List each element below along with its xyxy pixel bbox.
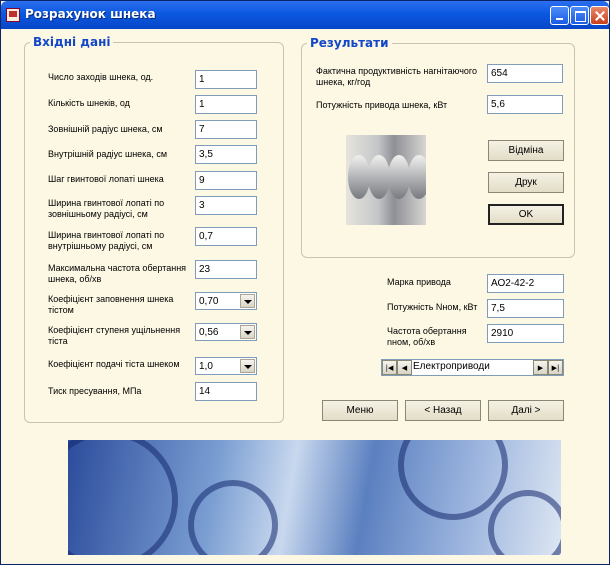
drive-label: Марка привода bbox=[387, 277, 451, 287]
close-button[interactable] bbox=[590, 6, 609, 25]
inner-radius-input[interactable]: 3,5 bbox=[195, 145, 257, 164]
chevron-down-icon[interactable] bbox=[240, 359, 255, 373]
drive-model-output: АО2-42-2 bbox=[487, 274, 564, 293]
screw-thread-shape bbox=[348, 155, 370, 199]
result-label: Потужність привода шнека, кВт bbox=[316, 100, 448, 110]
screw-photo bbox=[346, 135, 426, 225]
field-label: Кількість шнеків, од bbox=[48, 98, 130, 108]
field-label: Коефіцієнт заповнення шнека тістом bbox=[48, 294, 174, 315]
drive-power-output: 5,6 bbox=[487, 95, 563, 114]
menu-button[interactable]: Меню bbox=[322, 400, 398, 421]
app-window: Розрахунок шнека Вхідні дані Число заход… bbox=[0, 0, 610, 565]
app-icon bbox=[6, 8, 20, 22]
blade-width-outer-input[interactable]: 3 bbox=[195, 196, 257, 215]
field-label: Коефіцієнт подачі тіста шнеком bbox=[48, 359, 180, 369]
max-rotation-speed-input[interactable]: 23 bbox=[195, 260, 257, 279]
chevron-down-icon[interactable] bbox=[240, 294, 255, 308]
title-bar[interactable]: Розрахунок шнека bbox=[1, 1, 609, 29]
thread-starts-input[interactable]: 1 bbox=[195, 70, 257, 89]
results-legend: Результати bbox=[310, 36, 389, 50]
screw-thread-shape bbox=[368, 155, 390, 199]
blade-pitch-input[interactable]: 9 bbox=[195, 171, 257, 190]
back-button[interactable]: < Назад bbox=[405, 400, 481, 421]
gear-shape bbox=[398, 440, 508, 520]
window-title: Розрахунок шнека bbox=[25, 7, 156, 21]
feed-coefficient-value: 1,0 bbox=[199, 361, 213, 372]
industrial-banner-image bbox=[68, 440, 561, 555]
field-label: Тиск пресування, МПа bbox=[48, 386, 142, 396]
field-label: Зовнішній радіус шнека, см bbox=[48, 124, 163, 134]
previous-record-icon[interactable]: ◀ bbox=[397, 360, 412, 375]
chevron-down-icon[interactable] bbox=[240, 325, 255, 339]
gear-shape bbox=[188, 480, 278, 555]
screw-thread-shape bbox=[408, 155, 426, 199]
screw-thread-shape bbox=[388, 155, 410, 199]
drives-navigator: |◀ ◀ Електроприводи ▶ ▶| bbox=[381, 359, 564, 376]
gear-shape bbox=[68, 440, 178, 555]
cancel-button[interactable]: Відміна bbox=[488, 140, 564, 161]
input-data-legend: Вхідні дані bbox=[33, 35, 111, 49]
navigator-caption: Електроприводи bbox=[413, 361, 490, 372]
field-label: Шаг гвинтової лопаті шнека bbox=[48, 174, 164, 184]
drive-label: Частота обертання nном, об/хв bbox=[387, 326, 467, 347]
blade-width-inner-input[interactable]: 0,7 bbox=[195, 227, 257, 246]
compaction-coefficient-value: 0,56 bbox=[199, 327, 219, 338]
field-label: Ширина гвинтової лопаті по зовнішньому р… bbox=[48, 198, 165, 219]
fill-coefficient-value: 0,70 bbox=[199, 296, 219, 307]
maximize-button[interactable] bbox=[570, 6, 589, 25]
compaction-coefficient-select[interactable]: 0,56 bbox=[195, 323, 257, 341]
drive-speed-nominal-output: 2910 bbox=[487, 324, 564, 343]
feed-coefficient-select[interactable]: 1,0 bbox=[195, 357, 257, 375]
next-record-icon[interactable]: ▶ bbox=[533, 360, 548, 375]
next-button[interactable]: Далі > bbox=[488, 400, 564, 421]
field-label: Внутрішній радіус шнека, см bbox=[48, 149, 168, 159]
drive-label: Потужність Nном, кВт bbox=[387, 302, 478, 312]
screw-count-input[interactable]: 1 bbox=[195, 95, 257, 114]
ok-button[interactable]: OK bbox=[488, 204, 564, 225]
field-label: Ширина гвинтової лопаті по внутрішньому … bbox=[48, 230, 165, 251]
field-label: Максимальна частота обертання шнека, об/… bbox=[48, 263, 187, 284]
result-label: Фактична продуктивність нагнітаючого шне… bbox=[316, 66, 477, 87]
gear-shape bbox=[488, 490, 561, 555]
field-label: Число заходів шнека, од. bbox=[48, 72, 154, 82]
last-record-icon[interactable]: ▶| bbox=[548, 360, 563, 375]
first-record-icon[interactable]: |◀ bbox=[382, 360, 397, 375]
minimize-button[interactable] bbox=[550, 6, 569, 25]
field-label: Коефіцієнт ступеня ущільнення тіста bbox=[48, 325, 181, 346]
actual-productivity-output: 654 bbox=[487, 64, 563, 83]
outer-radius-input[interactable]: 7 bbox=[195, 120, 257, 139]
fill-coefficient-select[interactable]: 0,70 bbox=[195, 292, 257, 310]
drive-power-nominal-output: 7,5 bbox=[487, 299, 564, 318]
pressing-pressure-input[interactable]: 14 bbox=[195, 382, 257, 401]
print-button[interactable]: Друк bbox=[488, 172, 564, 193]
